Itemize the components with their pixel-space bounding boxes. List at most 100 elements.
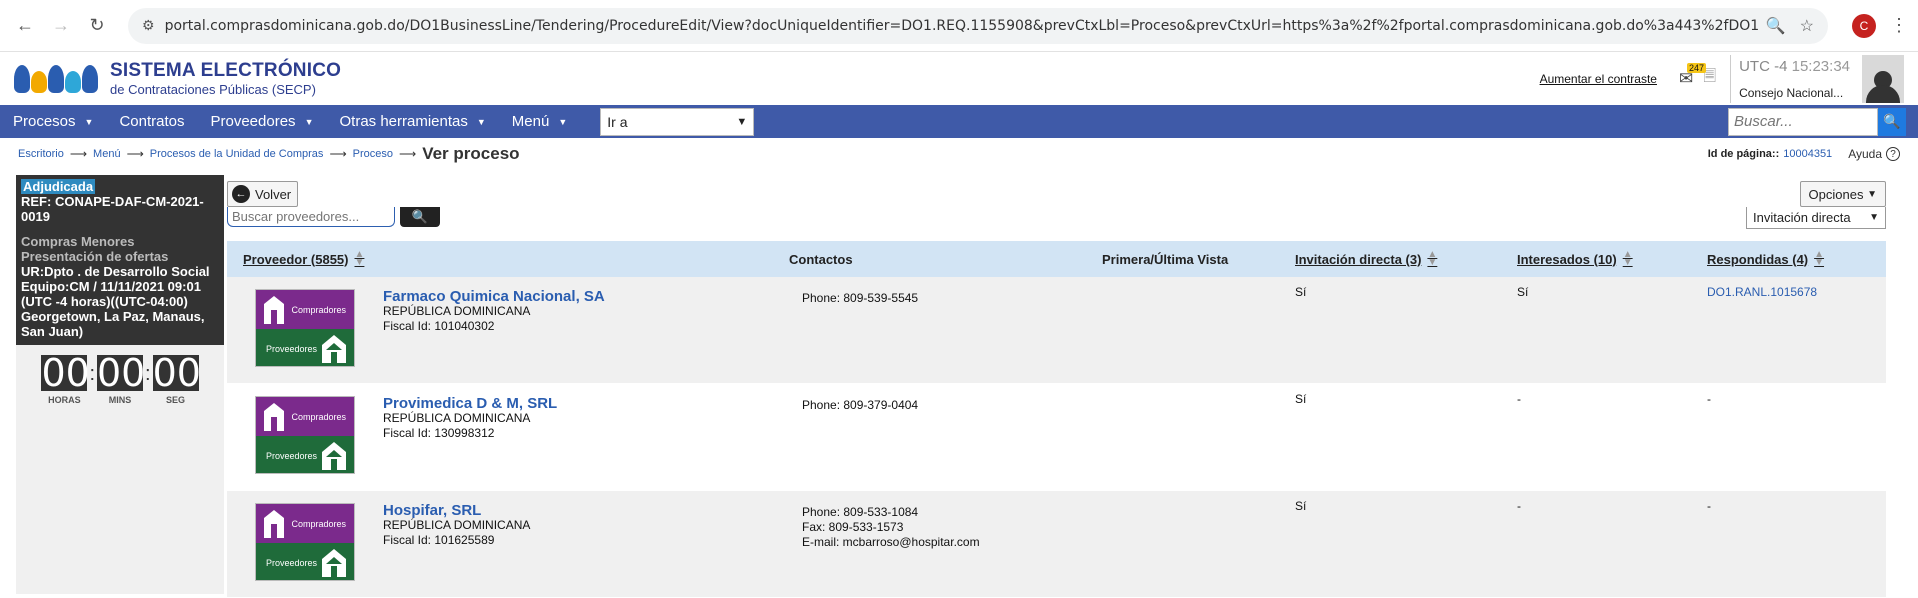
search-icon[interactable]: 🔍 [1878,107,1906,136]
provider-name-link[interactable]: Provimedica D & M, SRL [383,396,557,411]
brand-title: SISTEMA ELECTRÓNICO [110,60,342,81]
process-info-box: Adjudicada REF: CONAPE-DAF-CM-2021-0019 … [16,175,224,345]
sort-icon: ▲ ▼ [354,249,365,268]
reload-icon[interactable]: ↻ [82,11,112,41]
provider-search-icon[interactable]: 🔍 [400,207,440,227]
invitacion-value: Sí [1295,285,1307,299]
provider-fiscal-id: Fiscal Id: 130998312 [383,426,495,440]
back-button[interactable]: ← Volver [227,181,299,207]
caret-down-icon: ▼ [476,116,486,127]
goto-select[interactable]: Ir a ▼ [600,107,755,136]
process-reference: REF: CONAPE-DAF-CM-2021-0019 [21,194,204,224]
countdown-timer: 00 HORAS : 00 MINS : 00 SEG [41,351,201,405]
contact-line: Phone: 809-533-1084 [802,505,919,519]
timer-secs: 00 [152,351,201,395]
back-arrow-icon[interactable]: ← [10,11,40,41]
respondidas-link[interactable]: DO1.RANL.1015678 [1707,285,1817,300]
profile-avatar[interactable]: C [1852,13,1876,38]
zoom-icon[interactable]: 🔍 [1766,16,1786,36]
process-type: Compras Menores [21,234,135,249]
brand-subtitle: de Contrataciones Públicas (SECP) [110,82,316,97]
sort-icon: ▲ ▼ [1814,249,1825,268]
providers-table: Proveedor (5855) ▲ ▼ Contactos Primera/Últ… [227,241,1886,598]
table-header: Proveedor (5855) ▲ ▼ Contactos Primera/Últ… [227,241,1886,277]
forward-arrow-icon[interactable]: → [46,11,76,41]
page-title: Ver proceso [422,144,520,163]
interesados-value: - [1517,499,1521,513]
page-id-value[interactable]: 10004351 [1783,148,1832,160]
site-settings-icon[interactable]: ⚙ [142,17,155,34]
main-navigation: Procesos ▼ Contratos Proveedores ▼ Otras h… [0,105,1918,138]
contact-line: Fax: 809-533-1573 [802,520,904,534]
clock-time: 15:23:34 [1791,57,1850,75]
provider-logo: Compradores Proveedores [255,503,355,581]
user-avatar[interactable] [1862,54,1904,103]
invitacion-value: Sí [1295,499,1307,513]
sort-icon: ▲ ▼ [1427,249,1438,268]
bookmark-star-icon[interactable]: ☆ [1800,16,1814,36]
nav-otras-herramientas[interactable]: Otras herramientas ▼ [326,105,498,138]
nav-contratos[interactable]: Contratos [106,105,197,138]
page-id: Id de página:: 10004351 [1707,148,1833,160]
provider-search-input[interactable] [227,207,395,227]
address-bar[interactable]: ⚙ portal.comprasdominicana.gob.do/DO1Bus… [128,7,1828,44]
col-respondidas[interactable]: Respondidas (4) ▲ ▼ [1707,249,1825,268]
col-vista: Primera/Última Vista [1102,251,1229,267]
mail-icon[interactable]: ✉ 247 [1679,62,1706,89]
crumb-proceso[interactable]: Proceso [353,148,393,160]
arrow-right-icon: ⟶ [69,147,88,161]
provider-name-link[interactable]: Hospifar, SRL [383,503,530,518]
col-interesados[interactable]: Interesados (10) ▲ ▼ [1517,249,1633,268]
global-search-input[interactable] [1728,107,1878,136]
status-badge: Adjudicada [21,179,96,194]
breadcrumb: Escritorio ⟶ Menú ⟶ Procesos de la Unida… [0,138,1918,170]
back-circle-icon: ← [232,185,250,203]
crumb-procesos-unidad[interactable]: Procesos de la Unidad de Compras [150,148,324,160]
process-phase: Presentación de ofertas [21,249,169,264]
dropdown-arrow-icon: ▼ [736,115,748,128]
chevron-down-icon: ▼ [1869,212,1879,223]
arrow-right-icon: ⟶ [329,147,347,161]
brand-block: SISTEMA ELECTRÓNICO de Contrataciones Pú… [110,60,341,97]
interesados-value: Sí [1517,285,1529,299]
mail-count-badge: 247 [1686,62,1706,73]
timezone: UTC -4 [1739,57,1788,75]
url-text[interactable]: portal.comprasdominicana.gob.do/DO1Busin… [165,18,1758,34]
col-invitacion[interactable]: Invitación directa (3) ▲ ▼ [1295,249,1438,268]
options-button[interactable]: Opciones ▼ [1799,181,1886,207]
arrow-right-icon: ⟶ [399,147,417,161]
col-contactos: Contactos [789,251,853,267]
col-proveedor[interactable]: Proveedor (5855) ▲ ▼ [243,249,365,268]
caret-down-icon: ▼ [84,116,94,127]
interesados-value: - [1517,392,1521,406]
crumb-menu[interactable]: Menú [93,148,121,160]
timer-mins: 00 [97,351,146,395]
provider-name-link[interactable]: Farmaco Quimica Nacional, SA [383,289,605,304]
crumb-escritorio[interactable]: Escritorio [18,148,64,160]
arrow-right-icon: ⟶ [126,147,144,161]
invitation-filter-select[interactable]: Invitación directa ▼ [1746,207,1886,229]
caret-down-icon: ▼ [558,116,568,127]
nav-procesos[interactable]: Procesos ▼ [0,105,106,138]
sort-icon: ▲ ▼ [1622,249,1633,268]
help-link[interactable]: Ayuda? [1848,147,1900,161]
browser-toolbar: ← → ↻ ⚙ portal.comprasdominicana.gob.do/… [0,0,1918,52]
user-box[interactable]: UTC -4 15:23:34 Consejo Nacional... [1730,54,1858,103]
provider-country: REPÚBLICA DOMINICANA [383,411,531,425]
nav-proveedores[interactable]: Proveedores ▼ [198,105,327,138]
contact-line: E-mail: mcbarroso@hospitar.com [802,535,980,549]
secp-logo[interactable] [14,64,98,93]
table-row: Compradores Proveedores Provimedica D & … [227,384,1886,491]
browser-menu-icon[interactable]: ⋮ [1890,15,1908,36]
help-icon: ? [1886,147,1900,161]
provider-logo: Compradores Proveedores [255,396,355,474]
respondidas-value: - [1707,392,1711,406]
contrast-link[interactable]: Aumentar el contraste [1540,72,1657,86]
app-header: SISTEMA ELECTRÓNICO de Contrataciones Pú… [0,52,1918,105]
nav-menu[interactable]: Menú ▼ [499,105,580,138]
provider-fiscal-id: Fiscal Id: 101625589 [383,533,495,547]
provider-fiscal-id: Fiscal Id: 101040302 [383,319,495,333]
table-row: Compradores Proveedores Farmaco Quimica … [227,277,1886,384]
invitacion-value: Sí [1295,392,1307,406]
organization-name: Consejo Nacional... [1739,85,1844,100]
